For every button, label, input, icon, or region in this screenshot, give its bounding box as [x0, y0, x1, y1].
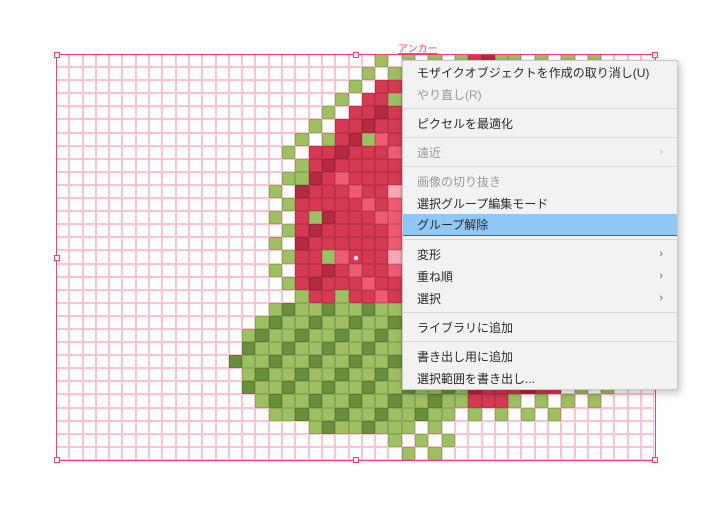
menu-arrange[interactable]: 重ね順 › [403, 265, 677, 287]
menu-label: 遠近 [417, 144, 441, 161]
menu-ungroup[interactable]: グループ解除 [403, 214, 677, 236]
menu-add-for-export[interactable]: 書き出し用に追加 [403, 345, 677, 367]
menu-label: グループ解除 [417, 216, 488, 233]
menu-label: 重ね順 [417, 268, 453, 285]
menu-redo: やり直し(R) [403, 83, 677, 105]
chevron-right-icon: › [659, 270, 663, 282]
menu-transform[interactable]: 変形 › [403, 243, 677, 265]
menu-separator [403, 341, 677, 342]
menu-label: 変形 [417, 246, 441, 263]
chevron-right-icon: › [659, 292, 663, 304]
menu-label: ライブラリに追加 [417, 319, 513, 336]
menu-label: やり直し(R) [417, 86, 482, 103]
menu-separator [403, 166, 677, 167]
menu-label: モザイクオブジェクトを作成の取り消し(U) [417, 64, 649, 81]
menu-label: 選択 [417, 290, 441, 307]
menu-crop-image: 画像の切り抜き [403, 170, 677, 192]
menu-add-to-library[interactable]: ライブラリに追加 [403, 316, 677, 338]
menu-undo-mosaic[interactable]: モザイクオブジェクトを作成の取り消し(U) [403, 61, 677, 83]
menu-export-selection[interactable]: 選択範囲を書き出し... [403, 367, 677, 389]
menu-pixel-optimize[interactable]: ピクセルを最適化 [403, 112, 677, 134]
menu-separator [403, 239, 677, 240]
menu-label: 書き出し用に追加 [417, 348, 513, 365]
menu-label: 選択範囲を書き出し... [417, 370, 535, 387]
menu-select[interactable]: 選択 › [403, 287, 677, 309]
chevron-right-icon: › [659, 146, 663, 158]
menu-label: 画像の切り抜き [417, 173, 501, 190]
menu-separator [403, 312, 677, 313]
menu-isolation-mode[interactable]: 選択グループ編集モード [403, 192, 677, 214]
menu-separator [403, 137, 677, 138]
menu-separator [403, 108, 677, 109]
menu-perspective: 遠近 › [403, 141, 677, 163]
anchor-label: アンカー [398, 40, 438, 55]
chevron-right-icon: › [659, 248, 663, 260]
context-menu: モザイクオブジェクトを作成の取り消し(U) やり直し(R) ピクセルを最適化 遠… [402, 60, 678, 390]
menu-label: ピクセルを最適化 [417, 115, 513, 132]
menu-label: 選択グループ編集モード [417, 195, 548, 212]
